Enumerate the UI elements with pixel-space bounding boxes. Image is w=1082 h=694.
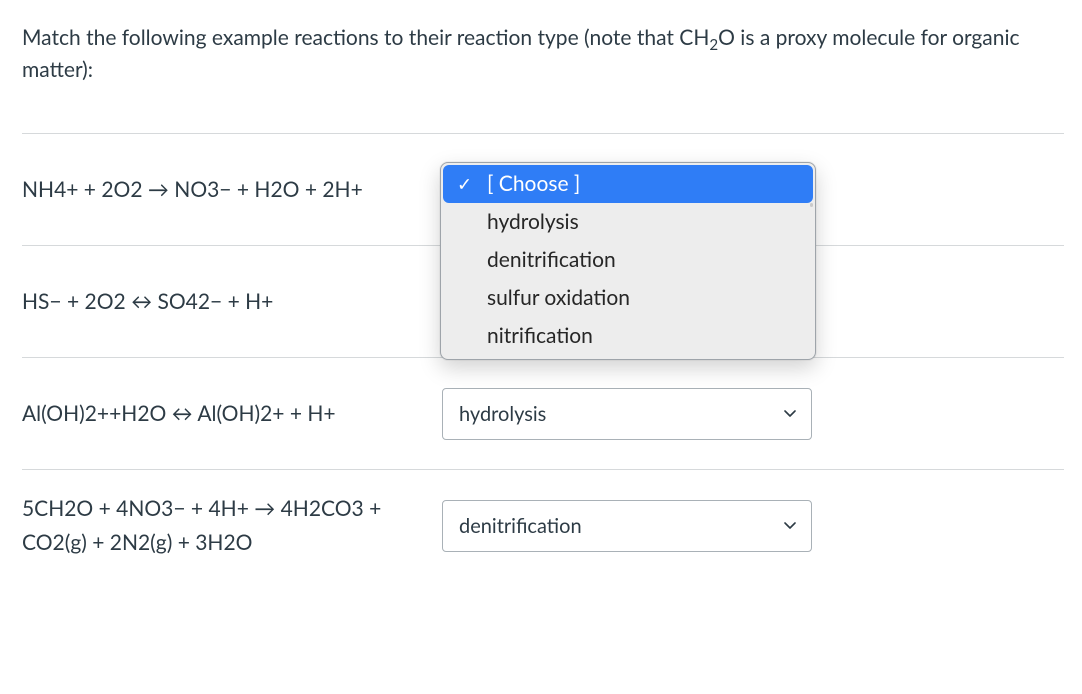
dropdown-option-label: denitrification xyxy=(487,244,616,276)
reaction-text: Al(OH)2++H2O ↔ Al(OH)2+ + H+ xyxy=(22,397,442,431)
dropdown-option-sulfur-oxidation[interactable]: sulfur oxidation xyxy=(443,279,813,317)
dropdown-scroll-hint xyxy=(810,203,813,207)
match-row: 5CH2O + 4NO3− + 4H+ → 4H2CO3 + CO2(g) + … xyxy=(22,470,1064,582)
reaction-text: HS− + 2O2 ↔ SO42− + H+ xyxy=(22,285,442,319)
dropdown-option-denitrification[interactable]: denitrification xyxy=(443,241,813,279)
reaction-text: 5CH2O + 4NO3− + 4H+ → 4H2CO3 + CO2(g) + … xyxy=(22,492,442,559)
dropdown-option-hydrolysis[interactable]: hydrolysis xyxy=(443,203,813,241)
matching-area: NH4+ + 2O2 → NO3− + H2O + 2H+ [ Choose ]… xyxy=(22,133,1064,582)
chevron-down-icon xyxy=(783,407,797,421)
dropdown-option-label: nitrification xyxy=(487,320,593,352)
reaction-text: NH4+ + 2O2 → NO3− + H2O + 2H+ xyxy=(22,173,442,207)
prompt-part-1: Match the following example reactions to… xyxy=(22,25,709,50)
check-icon: ✓ xyxy=(457,170,472,197)
chevron-down-icon xyxy=(783,519,797,533)
dropdown-option-label: [ Choose ] xyxy=(487,168,580,200)
answer-dropdown-open: ✓ [ Choose ] hydrolysis denitrification … xyxy=(440,162,816,360)
dropdown-option-label: hydrolysis xyxy=(487,206,579,238)
answer-cell: hydrolysis xyxy=(442,388,812,440)
dropdown-option-label: sulfur oxidation xyxy=(487,282,630,314)
answer-select[interactable]: denitrification xyxy=(442,500,812,552)
answer-cell: denitrification xyxy=(442,500,812,552)
answer-select[interactable]: hydrolysis xyxy=(442,388,812,440)
question-prompt: Match the following example reactions to… xyxy=(22,22,1064,85)
dropdown-option-choose[interactable]: ✓ [ Choose ] xyxy=(443,165,813,203)
prompt-subscript: 2 xyxy=(709,36,718,54)
answer-cell: [ Choose ] ✓ [ Choose ] hydrolysis denit… xyxy=(442,164,812,216)
select-value: denitrification xyxy=(459,511,582,541)
match-row: Al(OH)2++H2O ↔ Al(OH)2+ + H+ hydrolysis xyxy=(22,358,1064,470)
match-row: NH4+ + 2O2 → NO3− + H2O + 2H+ [ Choose ]… xyxy=(22,134,1064,246)
dropdown-option-nitrification[interactable]: nitrification xyxy=(443,317,813,355)
select-value: hydrolysis xyxy=(459,399,546,429)
